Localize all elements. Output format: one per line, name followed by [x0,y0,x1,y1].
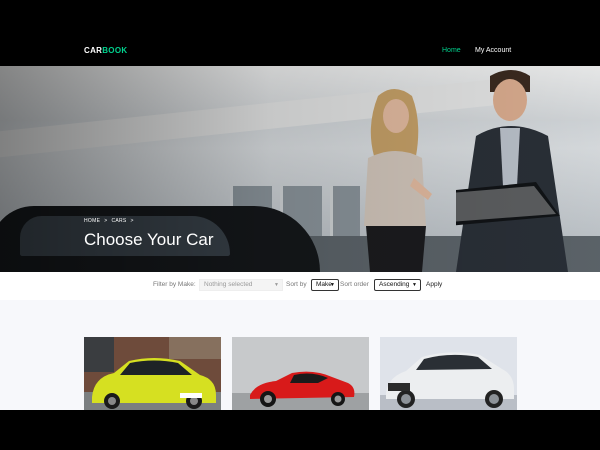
filter-make-label: Filter by Make: [153,281,196,288]
car-card-red[interactable] [232,337,369,410]
breadcrumb-cars: CARS [111,218,127,224]
breadcrumb-separator: > [130,218,134,224]
letterbox-bottom [0,410,600,450]
page-title: Choose Your Car [84,230,214,249]
brand-part-car: CAR [84,46,103,55]
filter-bar: Filter by Make: Nothing selected ▼ Sort … [0,272,600,300]
sort-order-select[interactable]: Ascending ▼ [374,279,421,291]
sort-order-value: Ascending [379,281,410,288]
navbar: CARBOOK Home My Account [0,36,600,66]
sort-order-label: Sort order [340,281,369,288]
breadcrumb-separator: > [104,218,108,224]
breadcrumb: HOME > CARS > [84,218,138,224]
nav-my-account-link[interactable]: My Account [475,47,511,54]
chevron-down-icon: ▼ [330,282,335,288]
car-card-yellow[interactable] [84,337,221,410]
filter-make-value: Nothing selected [204,281,253,288]
filter-make-select[interactable]: Nothing selected ▼ [199,279,283,291]
sort-by-label: Sort by [286,281,307,288]
car-card-white[interactable] [380,337,517,410]
sort-by-select[interactable]: Make ▼ [311,279,339,291]
car-image-white [380,337,517,410]
chevron-down-icon: ▼ [274,282,279,288]
chevron-down-icon: ▼ [412,282,417,288]
car-image-yellow [84,337,221,410]
brand-part-book: BOOK [102,46,128,55]
letterbox-top [0,0,600,36]
car-image-red [232,337,369,410]
brand-logo[interactable]: CARBOOK [84,46,127,55]
breadcrumb-home[interactable]: HOME [84,218,100,224]
apply-button[interactable]: Apply [426,281,442,288]
nav-home-link[interactable]: Home [442,47,461,54]
